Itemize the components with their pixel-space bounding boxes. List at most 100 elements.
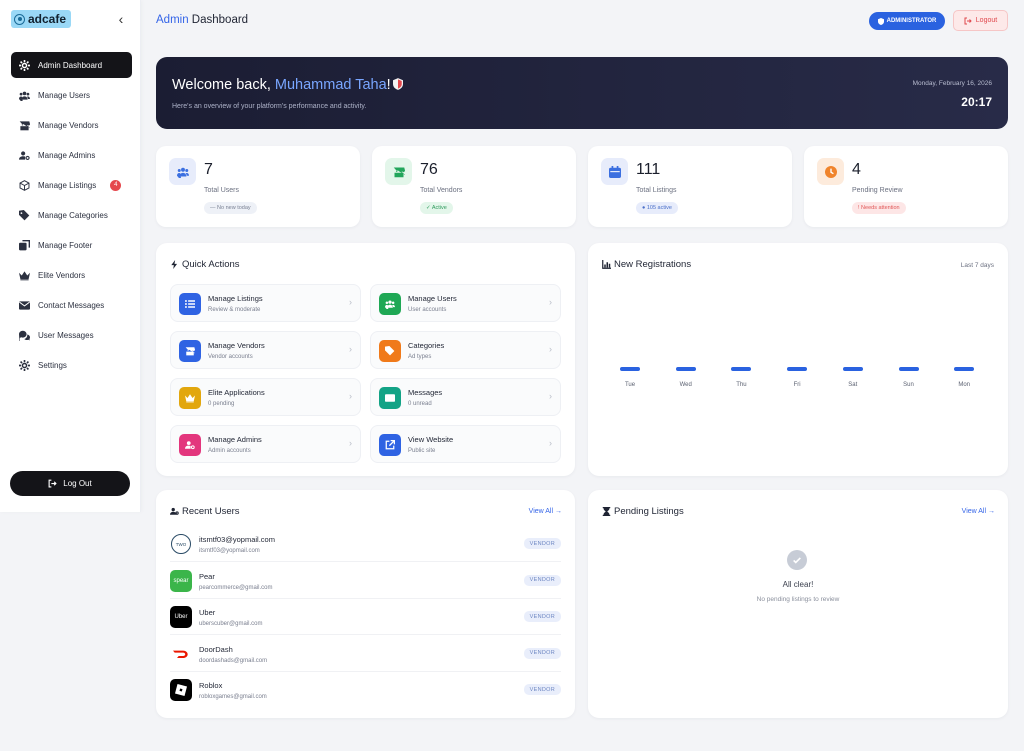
- registration-bar[interactable]: [954, 367, 975, 371]
- chevron-right-icon: ›: [549, 344, 552, 354]
- stat-status-chip: ! Needs attention: [852, 202, 906, 214]
- recent-users-title-text: Recent Users: [182, 506, 240, 517]
- role-badge: VENDOR: [523, 574, 561, 586]
- sidebar-item-manage-users[interactable]: Manage Users: [11, 82, 132, 108]
- quick-action-subtitle: 0 unread: [408, 401, 432, 407]
- sidebar-item-elite-vendors[interactable]: Elite Vendors: [11, 262, 132, 288]
- user-row[interactable]: TWO itsmtf03@yopmail.com itsmtf03@yopmail.…: [170, 526, 561, 562]
- user-email: itsmtf03@yopmail.com: [199, 548, 260, 554]
- brand-logo[interactable]: adcafe: [11, 10, 72, 28]
- quick-action-subtitle: Ad types: [408, 354, 432, 360]
- empty-state-title: All clear!: [782, 580, 814, 589]
- sidebar-logout-button[interactable]: Log Out: [10, 471, 130, 496]
- welcome-banner: Welcome back, Muhammad Taha! Here's an o…: [156, 57, 1008, 129]
- registration-bar[interactable]: [731, 367, 752, 371]
- registration-bar[interactable]: [675, 367, 696, 371]
- doordash-logo-icon: [173, 650, 188, 658]
- user-name: itsmtf03@yopmail.com: [199, 535, 275, 544]
- quick-action-manage-users[interactable]: Manage Users User accounts ›: [370, 284, 561, 322]
- registrations-title-text: New Registrations: [614, 259, 692, 270]
- stat-label: Total Vendors: [420, 187, 463, 194]
- gear-icon: [19, 59, 30, 71]
- stat-label: Pending Review: [852, 187, 903, 194]
- recent-users-view-all[interactable]: View All →: [529, 508, 562, 515]
- registration-bar[interactable]: [842, 367, 863, 371]
- stat-status-chip: ● 105 active: [636, 202, 678, 214]
- stat-value: 7: [204, 161, 213, 178]
- user-row[interactable]: DoorDash doordashads@gmail.com VENDOR: [170, 636, 561, 672]
- recent-users-panel: Recent Users View All → TWO itsmtf03@yopm…: [156, 490, 575, 718]
- sidebar-item-manage-vendors[interactable]: Manage Vendors: [11, 112, 132, 138]
- current-time: 20:17: [961, 95, 992, 109]
- user-row[interactable]: spear Pear pearcommerce@gmail.com VENDOR: [170, 563, 561, 599]
- collapse-sidebar-icon[interactable]: ‹: [114, 12, 128, 26]
- tags-icon: [19, 209, 30, 221]
- sign-out-icon: [964, 17, 972, 24]
- stat-card-total-listings[interactable]: 111 Total Listings ● 105 active: [588, 146, 792, 227]
- sign-out-icon: [48, 479, 57, 488]
- role-label: ADMINISTRATOR: [886, 18, 937, 24]
- quick-action-title: Manage Vendors: [208, 341, 265, 350]
- header-logout-button[interactable]: Logout: [953, 10, 1008, 31]
- quick-action-subtitle: User accounts: [408, 307, 447, 313]
- registration-bar[interactable]: [898, 367, 919, 371]
- sidebar-item-user-messages[interactable]: User Messages: [11, 322, 132, 348]
- quick-action-manage-vendors[interactable]: Manage Vendors Vendor accounts ›: [170, 331, 361, 369]
- quick-action-view-website[interactable]: View Website Public site ›: [370, 425, 561, 463]
- quick-action-subtitle: 0 pending: [208, 401, 235, 407]
- quick-action-subtitle: Admin accounts: [208, 448, 251, 454]
- registration-bar[interactable]: [620, 367, 640, 371]
- chevron-right-icon: ›: [549, 438, 552, 448]
- registrations-chart: Tue Wed Thu Fri Sat Sun Mon: [613, 365, 981, 395]
- pending-listings-view-all[interactable]: View All →: [962, 508, 995, 515]
- day-label: Tue: [624, 382, 636, 388]
- user-row[interactable]: Uber Uber uberscuber@gmail.com VENDOR: [170, 599, 561, 635]
- brand-name: adcafe: [28, 12, 67, 26]
- quick-action-title: Manage Users: [408, 294, 457, 303]
- stat-value: 76: [420, 161, 438, 178]
- page-title-rest: Dashboard: [188, 14, 249, 26]
- stat-card-total-vendors[interactable]: 76 Total Vendors ✓ Active: [372, 146, 576, 227]
- quick-action-elite-applications[interactable]: Elite Applications 0 pending ›: [170, 378, 361, 416]
- user-name: Roblox: [199, 681, 223, 690]
- greeting-exclaim: !: [386, 77, 391, 93]
- sidebar-item-settings[interactable]: Settings: [11, 352, 132, 378]
- user-row[interactable]: Roblox robloxgames@gmail.com VENDOR: [170, 672, 561, 708]
- pending-listings-title-text: Pending Listings: [614, 506, 684, 517]
- day-label: Wed: [679, 382, 692, 388]
- quick-action-categories[interactable]: Categories Ad types ›: [370, 331, 561, 369]
- sidebar-item-manage-admins[interactable]: Manage Admins: [11, 142, 132, 168]
- quick-action-messages[interactable]: Messages 0 unread ›: [370, 378, 561, 416]
- stat-status-chip: — No new today: [204, 202, 257, 214]
- sidebar-item-contact-messages[interactable]: Contact Messages: [11, 292, 132, 318]
- store-icon: [19, 120, 30, 131]
- stat-status-chip: ✓ Active: [420, 202, 453, 214]
- registration-bar[interactable]: [787, 367, 808, 371]
- sidebar-item-label: Manage Vendors: [38, 120, 99, 130]
- quick-actions-title: Quick Actions: [170, 259, 240, 270]
- pending-listings-panel: Pending Listings View All → All clear! N…: [588, 490, 1008, 718]
- day-label: Sat: [848, 382, 858, 388]
- quick-action-manage-admins[interactable]: Manage Admins Admin accounts ›: [170, 425, 361, 463]
- day-label: Sun: [903, 382, 914, 388]
- sidebar-item-manage-categories[interactable]: Manage Categories: [11, 202, 132, 228]
- count-badge: 4: [110, 179, 122, 191]
- quick-action-title: View Website: [408, 435, 454, 444]
- role-badge: VENDOR: [523, 647, 561, 659]
- stat-card-pending-review[interactable]: 4 Pending Review ! Needs attention: [804, 146, 1008, 227]
- role-badge[interactable]: ADMINISTRATOR: [869, 12, 945, 30]
- header-logout-label: Logout: [975, 17, 998, 24]
- sidebar-item-admin-dashboard[interactable]: Admin Dashboard: [11, 52, 132, 78]
- chevron-right-icon: ›: [349, 344, 352, 354]
- chevron-right-icon: ›: [349, 391, 352, 401]
- quick-action-title: Categories: [408, 341, 445, 350]
- user-name: Pear: [199, 571, 215, 581]
- stat-card-total-users[interactable]: 7 Total Users — No new today: [156, 146, 360, 227]
- greeting-text: Welcome back,: [172, 77, 275, 93]
- quick-action-manage-listings[interactable]: Manage Listings Review & moderate ›: [170, 284, 361, 322]
- chevron-right-icon: ›: [549, 297, 552, 307]
- sidebar-item-manage-footer[interactable]: Manage Footer: [11, 232, 132, 258]
- sidebar-item-manage-listings[interactable]: Manage Listings 4: [11, 172, 132, 198]
- user-email: doordashads@gmail.com: [199, 657, 268, 664]
- user-name: Uber: [199, 608, 216, 617]
